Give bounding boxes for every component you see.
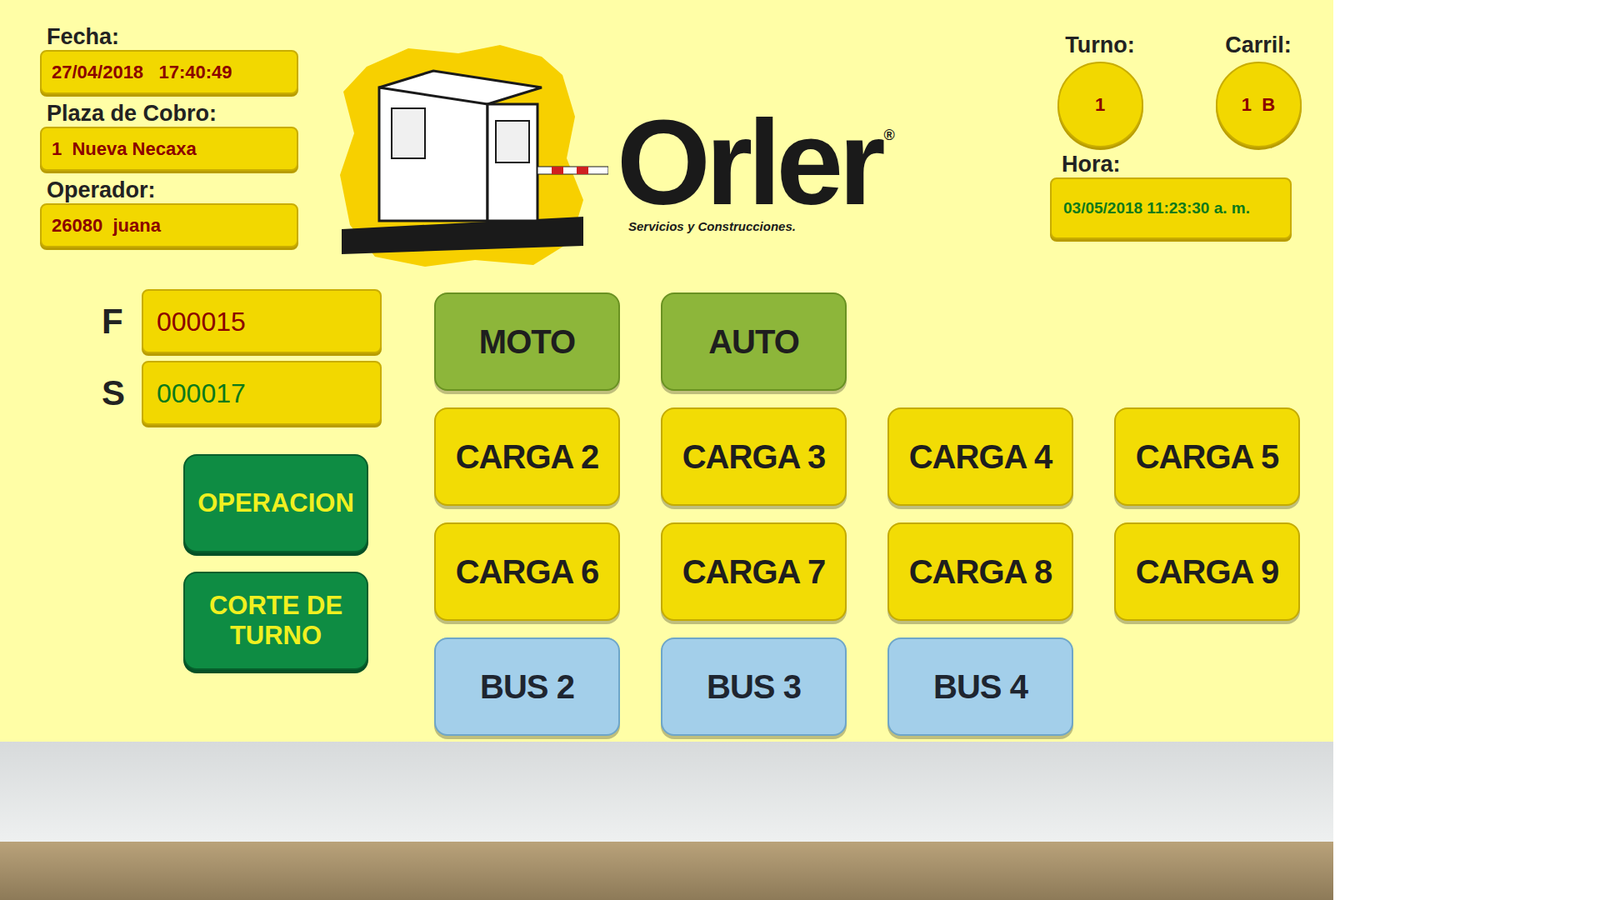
logo-name: Orler — [616, 112, 881, 213]
counter-value: 000017 — [141, 360, 382, 425]
logo-tagline: Servicios y Construcciones. — [616, 217, 895, 237]
vehicle-button[interactable]: CARGA 2 — [434, 407, 620, 506]
status-column: Turno:1 Carril:1 BHora:03/05/2018 11:23:3… — [1025, 0, 1309, 290]
field-label: Hora: — [1050, 150, 1309, 178]
info-field: Fecha:27/04/2018 17:40:49 — [40, 23, 334, 95]
vehicle-row: BUS 2 BUS 3 BUS 4 — [434, 637, 1300, 736]
vehicle-grid: MOTOAUTOCARGA 2CARGA 3CARGA 4CARGA 5CARG… — [434, 289, 1300, 736]
field-value: 1 Nueva Necaxa — [40, 126, 299, 171]
vehicle-button[interactable]: MOTO — [434, 292, 620, 391]
field-value: 26080 juana — [40, 203, 299, 248]
counter-label: F — [101, 295, 142, 348]
toll-app: Fecha:27/04/2018 17:40:49Plaza de Cobro:… — [0, 0, 1600, 900]
vehicle-button[interactable]: CARGA 6 — [434, 522, 620, 621]
field-label: Plaza de Cobro: — [40, 100, 334, 127]
vehicle-row: CARGA 2 CARGA 3 CARGA 4 CARGA 5 — [434, 407, 1300, 506]
vehicle-button[interactable]: CARGA 8 — [887, 522, 1074, 621]
vehicle-button[interactable]: CARGA 3 — [660, 407, 847, 506]
indicator-label: Carril: — [1225, 31, 1292, 59]
indicator-label: Turno: — [1065, 31, 1135, 59]
counter-row: S000017 — [101, 360, 382, 425]
vehicle-button[interactable]: BUS 3 — [660, 637, 847, 736]
vehicle-button[interactable]: CARGA 9 — [1114, 522, 1300, 621]
main-panel: Fecha:27/04/2018 17:40:49Plaza de Cobro:… — [0, 0, 1334, 742]
indicator-value: 1 B — [1215, 61, 1302, 148]
company-logo: Orler® Servicios y Construcciones. — [333, 41, 1025, 270]
vehicle-button[interactable]: CARGA 7 — [660, 522, 847, 621]
logo-mark: ® — [884, 124, 895, 147]
info-field: Operador:26080 juana — [40, 176, 334, 248]
info-column: Fecha:27/04/2018 17:40:49Plaza de Cobro:… — [0, 0, 334, 290]
indicator-value: 1 — [1057, 61, 1144, 148]
info-field: Plaza de Cobro:1 Nueva Necaxa — [40, 100, 334, 171]
counter-value: 000015 — [141, 289, 382, 354]
round-indicator: Turno:1 — [1050, 31, 1150, 148]
round-indicator: Carril:1 B — [1208, 31, 1309, 148]
work-area: F000015S000017OPERACIONCORTE DE TURNOMOT… — [0, 289, 1334, 736]
road-photo — [0, 741, 1334, 900]
vehicle-button[interactable]: AUTO — [660, 292, 847, 391]
header: Fecha:27/04/2018 17:40:49Plaza de Cobro:… — [0, 0, 1334, 290]
vehicle-button[interactable]: CARGA 5 — [1114, 407, 1300, 506]
action-button[interactable]: CORTE DE TURNO — [183, 571, 369, 670]
vehicle-button[interactable]: BUS 2 — [434, 637, 620, 736]
vehicle-button[interactable]: CARGA 4 — [887, 407, 1074, 506]
counter-label: S — [101, 366, 142, 420]
toll-booth-icon — [333, 41, 609, 270]
vehicle-row: MOTO AUTO — [434, 292, 1300, 391]
field-label: Operador: — [40, 176, 334, 204]
vehicle-button[interactable]: BUS 4 — [887, 637, 1074, 736]
hour-field: Hora:03/05/2018 11:23:30 a. m. — [1050, 150, 1309, 240]
action-button[interactable]: OPERACION — [183, 454, 369, 553]
vehicle-row: CARGA 6 CARGA 7 CARGA 8 CARGA 9 — [434, 522, 1300, 621]
field-value: 27/04/2018 17:40:49 — [40, 50, 299, 95]
counter-row: F000015 — [101, 289, 382, 354]
field-value: 03/05/2018 11:23:30 a. m. — [1050, 177, 1292, 240]
control-column: F000015S000017OPERACIONCORTE DE TURNO — [101, 289, 382, 736]
field-label: Fecha: — [40, 23, 334, 50]
